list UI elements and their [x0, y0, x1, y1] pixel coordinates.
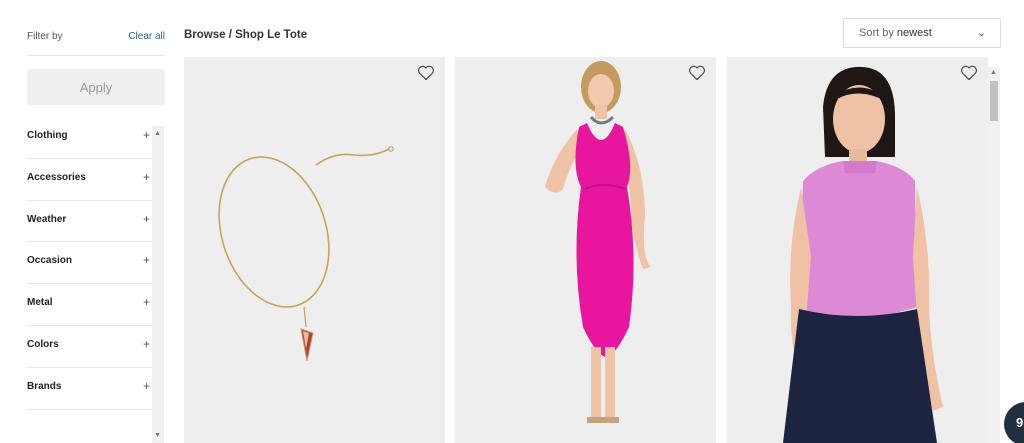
scroll-up-arrow-icon[interactable]: ▲ — [990, 69, 997, 76]
category-weather[interactable]: Weather + — [27, 201, 152, 243]
expand-plus-icon[interactable]: + — [143, 170, 150, 184]
pink-top-model-image — [783, 66, 943, 443]
pink-dress-model-image — [545, 61, 651, 423]
category-list: Clothing + Accessories + Weather + Occas… — [27, 117, 152, 410]
category-label: Brands — [27, 380, 62, 392]
category-label: Weather — [27, 213, 67, 225]
scroll-up-arrow-icon[interactable]: ▲ — [154, 130, 161, 137]
filter-by-label: Filter by — [27, 31, 63, 42]
expand-plus-icon[interactable]: + — [143, 337, 150, 351]
category-colors[interactable]: Colors + — [27, 326, 152, 368]
category-accessories[interactable]: Accessories + — [27, 159, 152, 201]
sort-value: newest — [896, 27, 932, 39]
filter-sidebar: Filter by Clear all Apply Clothing + Acc… — [27, 0, 165, 443]
product-card-pink-dress[interactable] — [455, 57, 716, 443]
category-occasion[interactable]: Occasion + — [27, 242, 152, 285]
divider — [27, 55, 165, 56]
sort-dropdown[interactable]: Sort by newest ⌄ — [843, 18, 1001, 48]
filter-header: Filter by Clear all — [27, 31, 165, 45]
expand-plus-icon[interactable]: + — [143, 295, 150, 309]
scrollbar-thumb[interactable] — [990, 81, 998, 121]
scroll-down-arrow-icon[interactable]: ▼ — [154, 432, 161, 439]
clear-all-link[interactable]: Clear all — [128, 31, 165, 42]
product-card-necklace[interactable] — [184, 57, 445, 443]
category-label: Colors — [27, 338, 59, 350]
heart-outline-icon[interactable] — [417, 65, 435, 81]
category-label: Clothing — [27, 130, 68, 141]
expand-plus-icon[interactable]: + — [143, 128, 150, 142]
chat-badge-label: 9 — [1016, 415, 1024, 430]
expand-plus-icon[interactable]: + — [143, 253, 150, 267]
expand-plus-icon[interactable]: + — [143, 379, 150, 393]
category-brands[interactable]: Brands + — [27, 368, 152, 410]
sidebar-scrollbar[interactable]: ▲ ▼ — [152, 126, 164, 443]
necklace-image — [218, 146, 394, 362]
sort-prefix: Sort by — [859, 27, 897, 39]
apply-button[interactable]: Apply — [27, 69, 165, 105]
category-label: Occasion — [27, 255, 73, 267]
chat-launcher-button[interactable]: 9 — [1004, 402, 1024, 443]
page-scrollbar[interactable]: ▲ — [988, 67, 1000, 443]
heart-outline-icon[interactable] — [688, 65, 706, 81]
product-card-pink-top[interactable] — [727, 57, 988, 443]
breadcrumb[interactable]: Browse / Shop Le Tote — [184, 29, 307, 41]
category-clothing[interactable]: Clothing + — [27, 117, 152, 159]
chevron-down-icon: ⌄ — [976, 27, 986, 39]
category-label: Metal — [27, 297, 53, 309]
expand-plus-icon[interactable]: + — [143, 212, 150, 226]
heart-outline-icon[interactable] — [960, 65, 978, 81]
category-label: Accessories — [27, 171, 86, 183]
sort-label: Sort by newest — [859, 27, 932, 39]
category-metal[interactable]: Metal + — [27, 284, 152, 326]
